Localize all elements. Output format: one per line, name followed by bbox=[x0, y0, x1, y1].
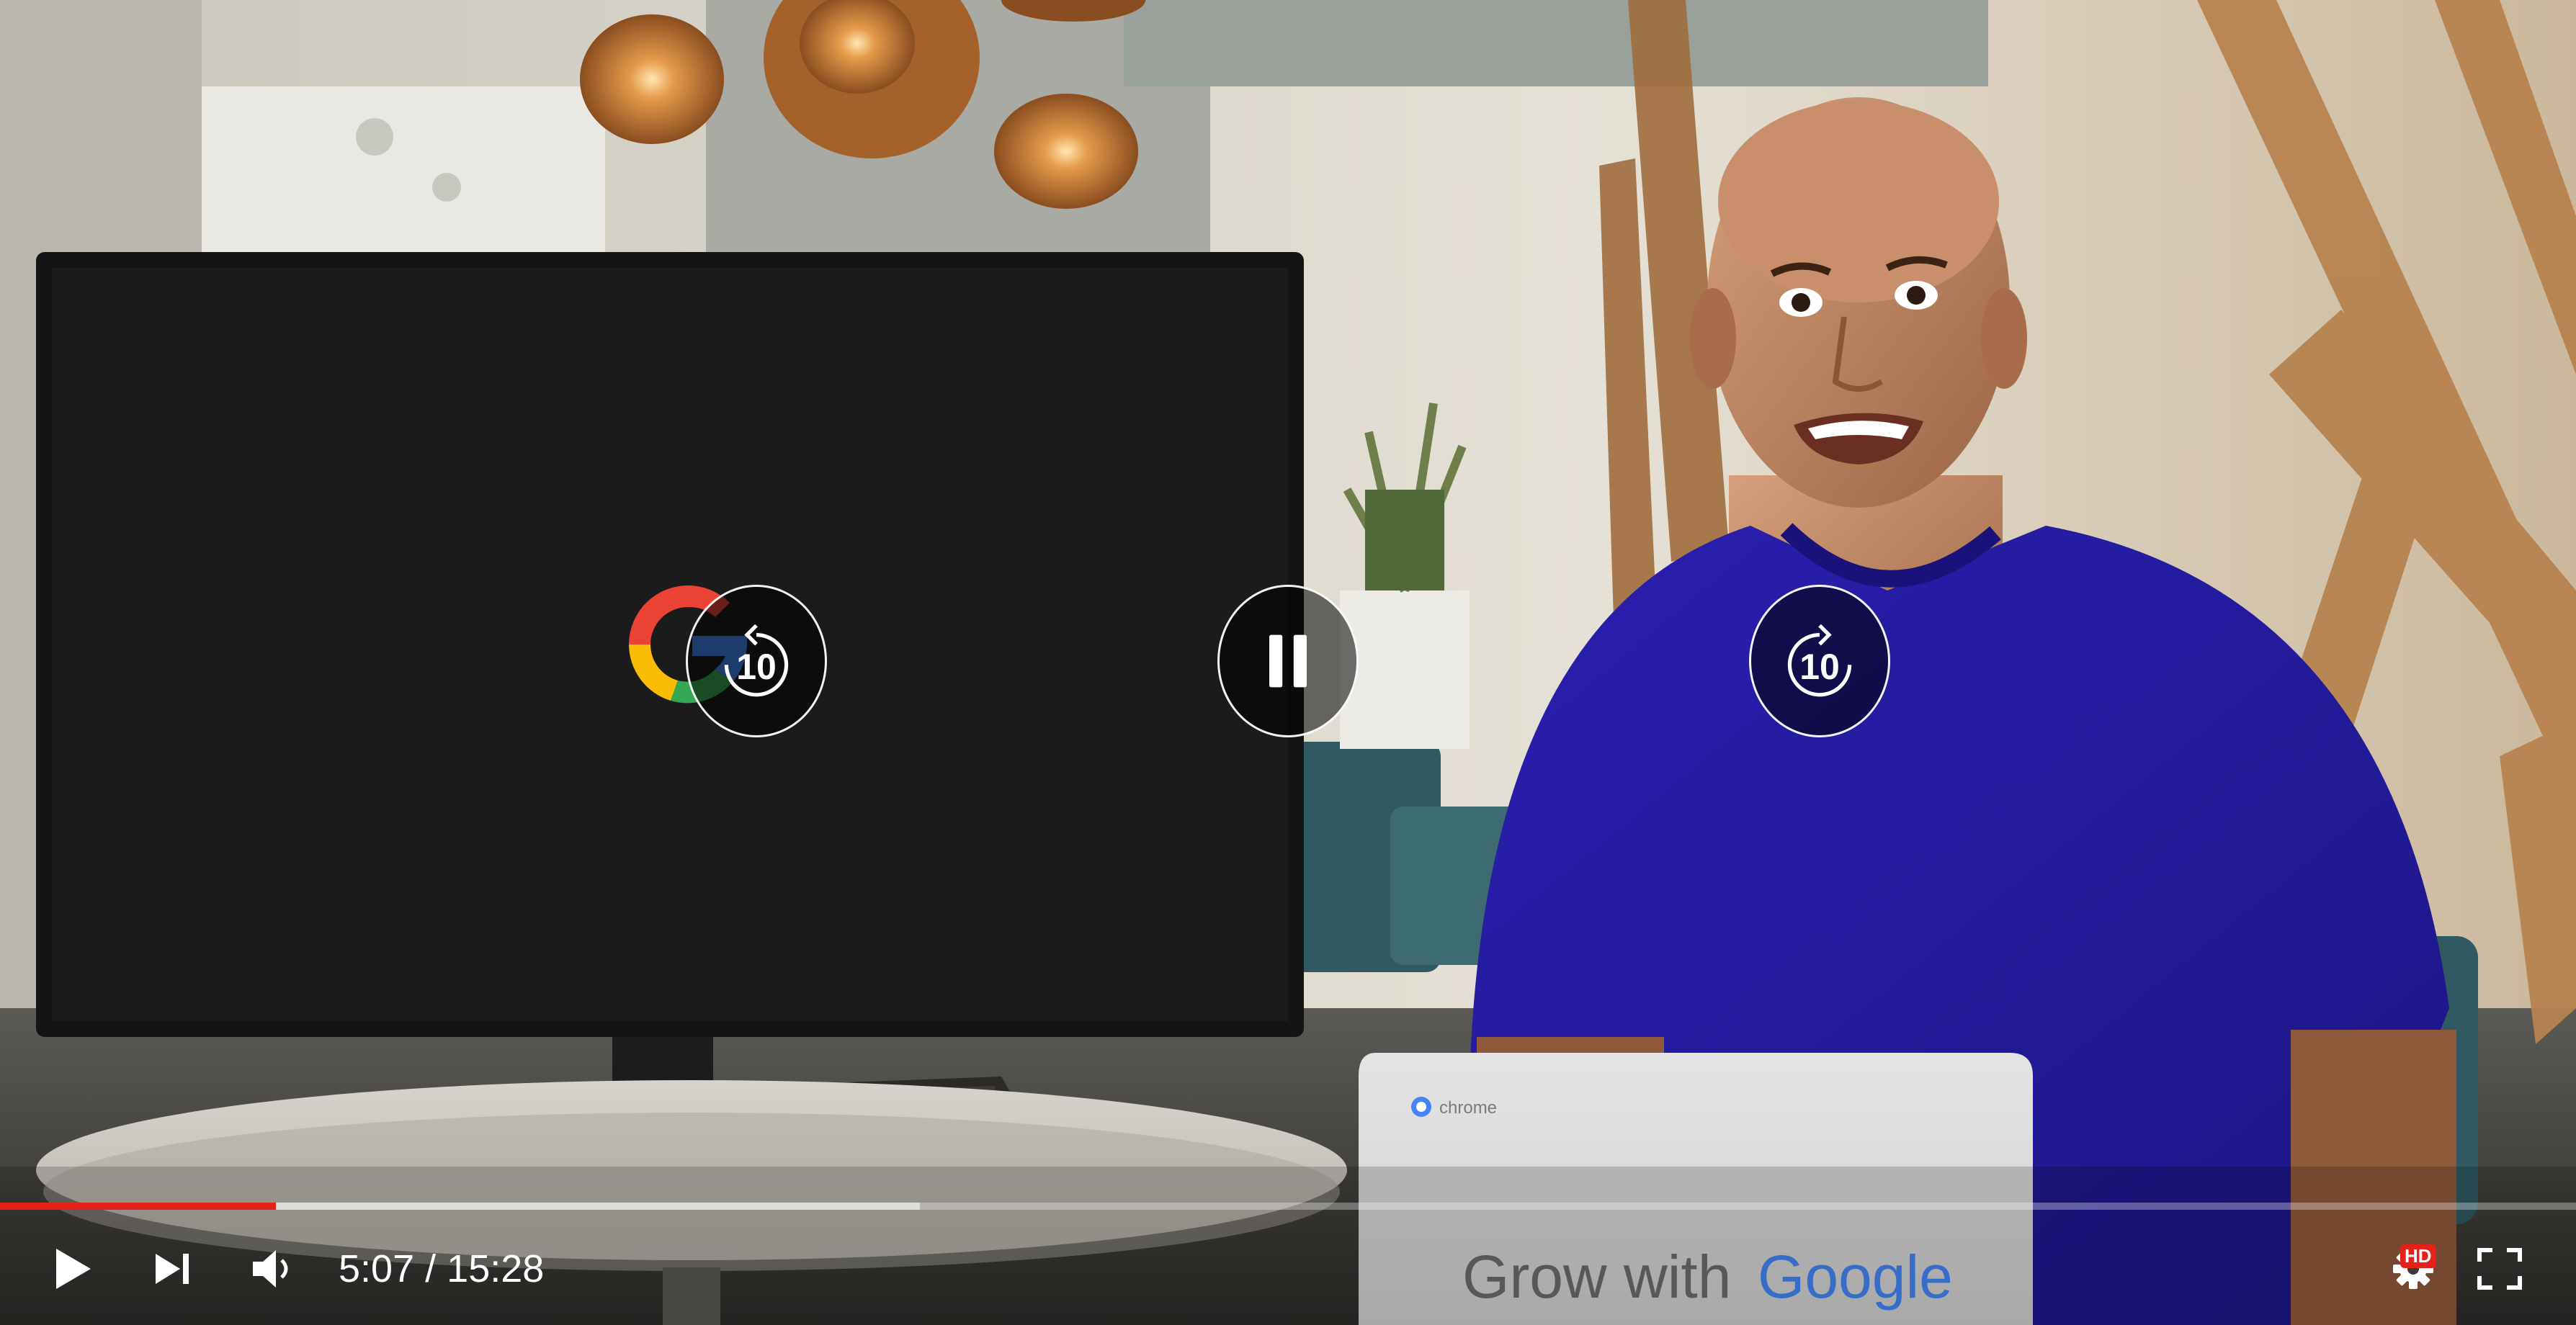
next-button[interactable] bbox=[130, 1233, 216, 1305]
control-bar: 5:07 / 15:28 bbox=[0, 1233, 2576, 1305]
laptop-brand: chrome bbox=[1439, 1098, 1497, 1118]
duration: 15:28 bbox=[447, 1247, 545, 1290]
play-button[interactable] bbox=[29, 1233, 115, 1305]
pause-button[interactable] bbox=[1217, 585, 1359, 737]
volume-button[interactable] bbox=[231, 1233, 317, 1305]
rewind-10-button[interactable]: 10 bbox=[686, 585, 827, 737]
next-icon bbox=[156, 1254, 189, 1284]
progress-played bbox=[0, 1203, 276, 1210]
fullscreen-button[interactable] bbox=[2456, 1233, 2543, 1305]
forward-seconds: 10 bbox=[1799, 647, 1840, 687]
volume-icon bbox=[253, 1250, 288, 1288]
time-separator: / bbox=[425, 1247, 437, 1290]
play-icon bbox=[56, 1249, 91, 1289]
pause-icon bbox=[1269, 634, 1307, 688]
time-display: 5:07 / 15:28 bbox=[339, 1246, 544, 1292]
fullscreen-icon bbox=[2477, 1248, 2522, 1290]
progress-bar[interactable] bbox=[0, 1198, 2576, 1213]
forward-10-button[interactable]: 10 bbox=[1749, 585, 1890, 737]
hd-badge: HD bbox=[2400, 1244, 2436, 1268]
video-player[interactable]: chrome Grow with Google 10 10 5:07 / 15:… bbox=[0, 0, 2576, 1325]
settings-button[interactable] bbox=[2370, 1233, 2456, 1305]
current-time: 5:07 bbox=[339, 1247, 415, 1290]
rewind-seconds: 10 bbox=[736, 647, 777, 687]
